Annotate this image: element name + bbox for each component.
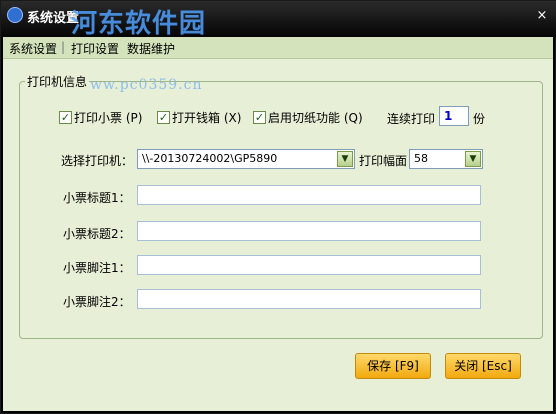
close-window-button[interactable]: × <box>533 7 551 25</box>
receipt-title-1-label: 小票标题1： <box>63 191 131 205</box>
watermark-logo: 河东软件园 <box>71 9 207 39</box>
receipt-footer-2-label: 小票脚注2： <box>63 295 131 309</box>
receipt-title-1-input[interactable] <box>137 185 481 205</box>
check-icon: ✓ <box>59 110 72 124</box>
select-printer-label: 选择打印机： <box>61 154 134 168</box>
tab-bar: 系统设置 | 打印设置 数据维护 <box>3 37 553 59</box>
open-cash-drawer-checkbox[interactable]: ✓ 打开钱箱 (X) <box>157 109 241 125</box>
printer-select[interactable]: \\-20130724002\GP5890 ▼ <box>137 149 355 169</box>
app-icon <box>7 7 23 23</box>
title-bar[interactable]: 系统设置 河东软件园 × <box>1 1 556 39</box>
enable-paper-cut-label: 启用切纸功能 (Q) <box>268 110 363 125</box>
chevron-down-icon[interactable]: ▼ <box>465 151 481 167</box>
receipt-footer-1-input[interactable] <box>137 255 481 275</box>
printer-select-value: \\-20130724002\GP5890 <box>142 152 278 165</box>
enable-paper-cut-checkbox[interactable]: ✓ 启用切纸功能 (Q) <box>253 109 363 125</box>
open-cash-drawer-label: 打开钱箱 (X) <box>172 110 242 125</box>
receipt-title-2-label: 小票标题2： <box>63 227 131 241</box>
receipt-footer-1-label: 小票脚注1： <box>63 261 131 275</box>
paper-width-select[interactable]: 58 ▼ <box>409 149 483 169</box>
close-button[interactable]: 关闭 [Esc] <box>445 353 521 379</box>
save-button[interactable]: 保存 [F9] <box>355 353 431 379</box>
paper-width-value: 58 <box>414 152 428 165</box>
print-receipt-checkbox[interactable]: ✓ 打印小票 (P) <box>59 109 142 125</box>
copies-unit-label: 份 <box>473 112 486 126</box>
tab-print-settings[interactable]: 打印设置 <box>71 40 119 57</box>
tab-data-maintenance[interactable]: 数据维护 <box>127 40 175 57</box>
receipt-title-2-input[interactable] <box>137 221 481 241</box>
printer-info-group-title: 打印机信息 <box>25 73 90 90</box>
tab-separator: | <box>61 40 66 54</box>
continuous-print-label: 连续打印 <box>387 112 436 126</box>
check-icon: ✓ <box>253 110 266 124</box>
paper-width-label: 打印幅面 <box>359 154 408 168</box>
settings-window: 系统设置 河东软件园 × 系统设置 | 打印设置 数据维护 www.pc0359… <box>0 0 556 414</box>
tab-system-settings[interactable]: 系统设置 <box>9 40 57 57</box>
receipt-footer-2-input[interactable] <box>137 289 481 309</box>
copies-input[interactable]: 1 <box>439 106 469 126</box>
dialog-client-area: 系统设置 | 打印设置 数据维护 www.pc0359.cn 打印机信息 ✓ 打… <box>3 37 553 411</box>
chevron-down-icon[interactable]: ▼ <box>337 151 353 167</box>
print-receipt-label: 打印小票 (P) <box>74 110 143 125</box>
check-icon: ✓ <box>157 110 170 124</box>
